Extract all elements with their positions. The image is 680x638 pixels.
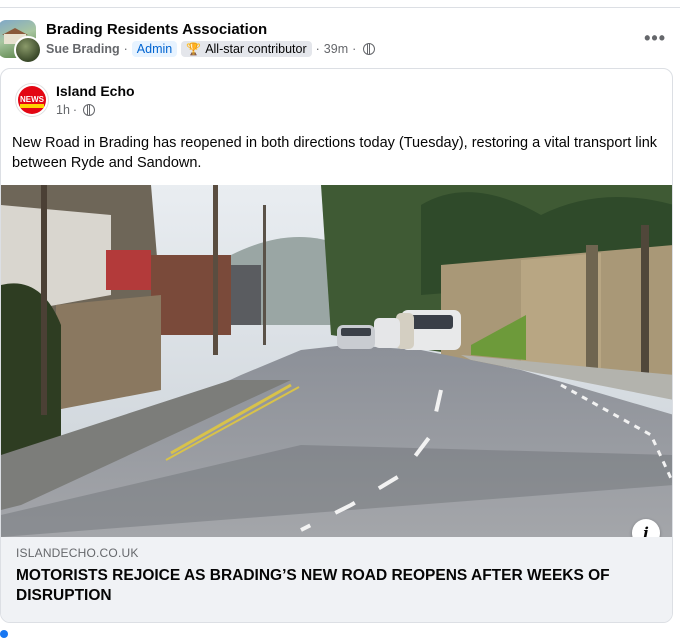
more-options-icon[interactable]: ••• xyxy=(644,28,666,49)
contributor-badge[interactable]: 🏆 All-star contributor xyxy=(181,41,312,57)
link-preview-footer[interactable]: ISLANDECHO.CO.UK MOTORISTS REJOICE AS BR… xyxy=(1,537,672,622)
status-dot xyxy=(0,630,8,638)
author-avatar[interactable] xyxy=(14,36,42,64)
globe-icon xyxy=(83,104,96,116)
road-photo xyxy=(1,185,672,537)
post-text: New Road in Brading has reopened in both… xyxy=(12,135,658,171)
shared-post-card: NEWS Island Echo 1h · New Road in Bradin… xyxy=(0,68,673,623)
globe-icon xyxy=(363,43,376,55)
link-headline[interactable]: MOTORISTS REJOICE AS BRADING’S NEW ROAD … xyxy=(16,566,636,606)
post-time-link[interactable]: 39m xyxy=(324,42,348,56)
link-preview-image[interactable]: i xyxy=(1,185,672,537)
contributor-badge-label: All-star contributor xyxy=(205,42,307,56)
source-avatar[interactable]: NEWS xyxy=(15,83,49,117)
group-name-link[interactable]: Brading Residents Association xyxy=(46,21,267,38)
post-meta: Sue Brading · Admin 🏆 All-star contribut… xyxy=(46,41,376,57)
news-logo: NEWS xyxy=(20,95,45,104)
trophy-icon: 🏆 xyxy=(186,42,202,56)
post-header: Brading Residents Association Sue Bradin… xyxy=(0,18,680,64)
meta-separator: · xyxy=(123,42,128,56)
meta-separator: · xyxy=(315,42,320,56)
source-name-link[interactable]: Island Echo xyxy=(56,83,135,99)
admin-badge[interactable]: Admin xyxy=(131,41,178,57)
meta-separator: · xyxy=(72,103,78,117)
link-domain: ISLANDECHO.CO.UK xyxy=(16,546,139,560)
top-divider xyxy=(0,7,680,8)
author-name-link[interactable]: Sue Brading xyxy=(46,42,120,56)
source-meta: 1h · xyxy=(56,103,96,117)
source-time-link[interactable]: 1h xyxy=(56,103,70,117)
meta-separator: · xyxy=(352,42,357,56)
news-logo-text: NEWS xyxy=(20,95,45,104)
